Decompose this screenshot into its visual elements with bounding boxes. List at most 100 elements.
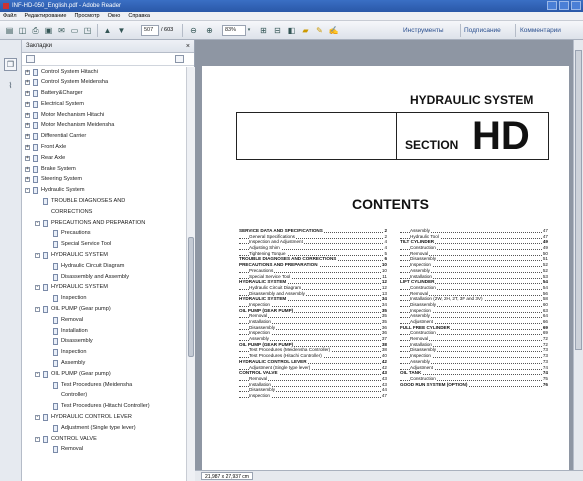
fit-width-icon[interactable]: ⊟ — [272, 25, 283, 36]
toc-entry[interactable]: GOOD RUN SYSTEM (OPTION) 76 — [400, 381, 548, 388]
expand-icon[interactable]: + — [25, 101, 30, 107]
expand-icon[interactable]: + — [25, 155, 30, 161]
bookmark-item[interactable]: Inspection — [22, 348, 186, 359]
document-scrollbar[interactable] — [573, 40, 583, 470]
email-icon[interactable]: ✉ — [56, 25, 67, 36]
close-window-button[interactable] — [571, 1, 581, 10]
fit-page-icon[interactable]: ⊞ — [258, 25, 269, 36]
collapse-icon[interactable]: - — [25, 188, 30, 194]
bookmark-item[interactable]: Installation — [22, 326, 186, 337]
comments-link[interactable]: Комментарии — [520, 25, 561, 36]
attach-icon[interactable]: ▭ — [69, 25, 80, 36]
page-number-input[interactable]: 507 — [141, 25, 159, 36]
bookmark-item[interactable]: - CONTROL VALVE — [22, 434, 186, 445]
menu-window[interactable]: Окно — [108, 12, 121, 20]
minimize-button[interactable] — [547, 1, 557, 10]
expand-icon[interactable]: + — [25, 177, 30, 183]
bookmark-item[interactable]: Assembly — [22, 359, 186, 370]
bookmark-item[interactable]: Inspection — [22, 294, 186, 305]
document-scroll-thumb[interactable] — [575, 50, 582, 350]
zoom-in-icon[interactable]: ⊕ — [204, 25, 215, 36]
bookmark-item[interactable]: - PRECAUTIONS AND PREPARATION — [22, 218, 186, 229]
bookmark-item[interactable]: Removal — [22, 315, 186, 326]
options-icon[interactable] — [26, 55, 35, 63]
expand-icon[interactable]: + — [25, 112, 30, 118]
bookmark-item[interactable]: Special Service Tool — [22, 240, 186, 251]
bookmark-item[interactable]: + Motor Mechanism Hitachi — [22, 110, 186, 121]
collapse-icon[interactable]: - — [35, 253, 40, 259]
read-mode-icon[interactable]: ◧ — [286, 25, 297, 36]
menu-help[interactable]: Справка — [128, 12, 150, 20]
bookmark-label: CORRECTIONS — [51, 208, 93, 215]
save-icon[interactable]: ▣ — [43, 25, 54, 36]
collapse-icon[interactable]: - — [35, 371, 40, 377]
menu-edit[interactable]: Редактирование — [25, 12, 67, 20]
sign-link[interactable]: Подписание — [464, 25, 501, 36]
bookmark-item[interactable]: - Hydraulic System — [22, 186, 186, 197]
expand-icon[interactable]: + — [25, 91, 30, 97]
menu-file[interactable]: Файл — [3, 12, 17, 20]
collapse-icon[interactable]: - — [35, 285, 40, 291]
bookmark-item[interactable]: TROUBLE DIAGNOSES AND — [22, 197, 186, 208]
bookmark-item[interactable]: - HYDRAULIC CONTROL LEVER — [22, 413, 186, 424]
menu-view[interactable]: Просмотр — [74, 12, 99, 20]
bookmark-item[interactable]: + Front Axle — [22, 143, 186, 154]
bookmark-item[interactable]: Removal — [22, 445, 186, 456]
bookmark-label: Battery&Charger — [41, 90, 83, 97]
collapse-icon[interactable]: - — [35, 436, 40, 442]
previous-page-icon[interactable]: ▲ — [102, 25, 113, 36]
close-icon[interactable]: × — [186, 40, 190, 53]
zoom-level-select[interactable]: 83% — [222, 25, 246, 36]
bookmarks-icon[interactable]: ❐ — [4, 58, 17, 71]
zoom-out-icon[interactable]: ⊖ — [188, 25, 199, 36]
expand-icon[interactable]: + — [25, 134, 30, 140]
bookmark-item[interactable]: + Battery&Charger — [22, 89, 186, 100]
sign-icon[interactable]: ✍ — [328, 25, 339, 36]
collapse-icon[interactable]: - — [35, 415, 40, 420]
bookmark-item[interactable]: Precautions — [22, 229, 186, 240]
create-pdf-icon[interactable]: ◫ — [17, 25, 28, 36]
expand-icon[interactable]: + — [25, 145, 30, 151]
panel-scroll-thumb[interactable] — [188, 237, 194, 357]
tools-link[interactable]: Инструменты — [403, 25, 444, 36]
collapse-icon[interactable]: - — [35, 307, 40, 313]
bookmark-item[interactable]: + Control System Meidensha — [22, 78, 186, 89]
comment-icon[interactable]: ▰ — [300, 25, 311, 36]
toc-entry[interactable]: Inspection 47 — [239, 392, 387, 399]
bookmark-item[interactable]: - OIL PUMP (Gear pump) — [22, 369, 186, 380]
bookmark-item[interactable]: + Rear Axle — [22, 153, 186, 164]
highlight-icon[interactable]: ✎ — [314, 25, 325, 36]
bookmark-item[interactable]: Hydraulic Circuit Diagram — [22, 261, 186, 272]
expand-icon[interactable]: + — [25, 123, 30, 129]
bookmark-item[interactable]: Controller) — [22, 391, 186, 402]
bookmark-icon — [33, 68, 38, 76]
attachment-icon[interactable]: ⌇ — [4, 80, 17, 93]
collapse-icon[interactable]: - — [35, 220, 40, 226]
expand-icon[interactable]: + — [25, 80, 30, 86]
maximize-button[interactable] — [559, 1, 569, 10]
new-bookmark-icon[interactable] — [175, 55, 184, 63]
expand-icon[interactable]: + — [25, 166, 30, 172]
share-icon[interactable]: ◳ — [82, 25, 93, 36]
bookmark-item[interactable]: - HYDRAULIC SYSTEM — [22, 283, 186, 294]
bookmark-item[interactable]: + Electrical System — [22, 99, 186, 110]
bookmark-item[interactable]: + Control System Hitachi — [22, 67, 186, 78]
bookmark-item[interactable]: Test Procedures (Meidensha — [22, 380, 186, 391]
bookmark-item[interactable]: Adjustment (Single type lever) — [22, 423, 186, 434]
bookmark-item[interactable]: + Motor Mechanism Meidensha — [22, 121, 186, 132]
bookmark-item[interactable]: Disassembly — [22, 337, 186, 348]
bookmark-item[interactable]: Test Procedures (Hitachi Controller) — [22, 402, 186, 413]
bookmark-item[interactable]: - HYDRAULIC SYSTEM — [22, 251, 186, 262]
bookmark-item[interactable]: + Steering System — [22, 175, 186, 186]
print-icon[interactable]: ⎙ — [30, 25, 41, 36]
bookmark-item[interactable]: + Differential Carrier — [22, 132, 186, 143]
chevron-down-icon[interactable]: ▾ — [246, 25, 252, 36]
panel-scrollbar[interactable] — [186, 67, 195, 481]
expand-icon[interactable]: + — [25, 69, 30, 75]
bookmark-item[interactable]: + Brake System — [22, 164, 186, 175]
bookmark-item[interactable]: Disassembly and Assembly — [22, 272, 186, 283]
bookmark-item[interactable]: CORRECTIONS — [22, 207, 186, 218]
next-page-icon[interactable]: ▼ — [116, 25, 127, 36]
bookmark-item[interactable]: - OIL PUMP (Gear pump) — [22, 305, 186, 316]
open-icon[interactable]: ▤ — [4, 25, 15, 36]
